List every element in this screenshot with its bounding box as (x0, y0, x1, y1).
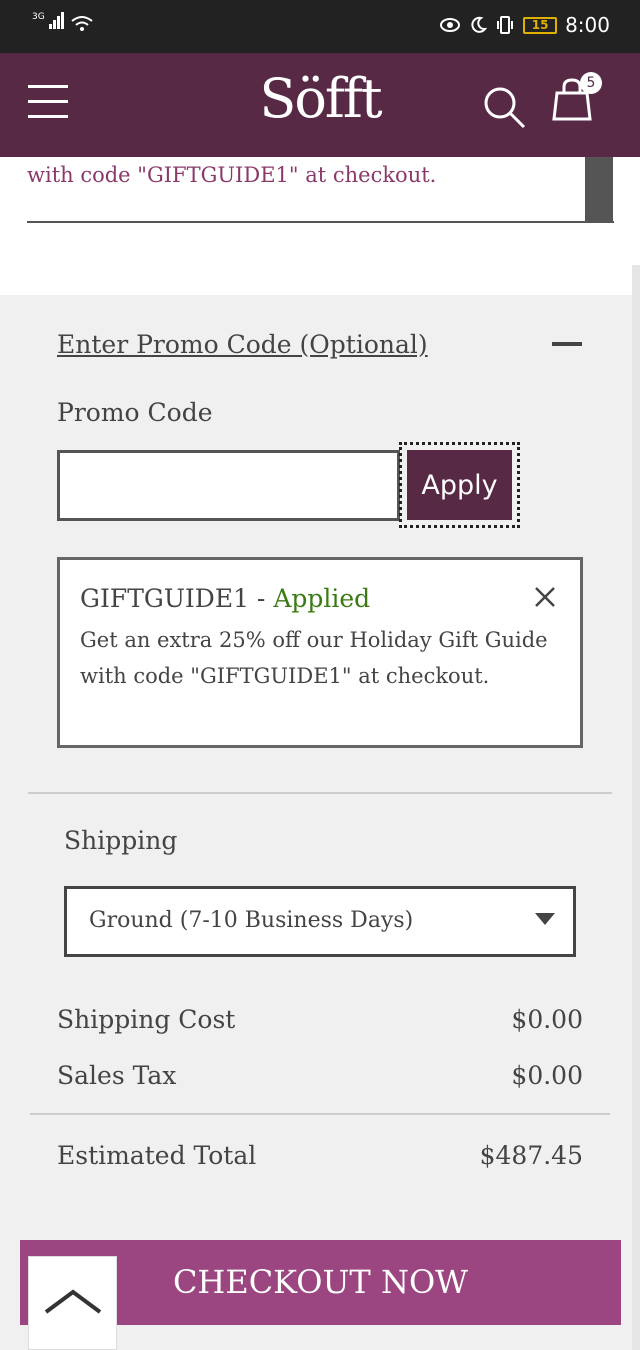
status-indicators: 15 8:00 (439, 13, 610, 37)
scroll-to-top-button[interactable] (28, 1256, 117, 1350)
network-type: 3G (32, 12, 45, 22)
shipping-selected-option: Ground (7-10 Business Days) (89, 908, 414, 933)
caret-down-icon (535, 913, 555, 925)
network-indicators: 3G (32, 12, 93, 33)
applied-code: GIFTGUIDE1 (80, 584, 249, 613)
banner-divider (27, 221, 614, 223)
applied-promo-description: Get an extra 25% off our Holiday Gift Gu… (80, 628, 548, 688)
remove-promo-button[interactable] (532, 584, 558, 610)
shipping-cost-label: Shipping Cost (57, 1005, 236, 1034)
shipping-label: Shipping (64, 826, 178, 855)
estimated-total-value: $487.45 (479, 1141, 583, 1170)
applied-status: Applied (273, 584, 371, 613)
apply-button[interactable]: Apply (407, 450, 512, 520)
close-icon (535, 587, 555, 607)
sales-tax-value: $0.00 (511, 1061, 583, 1090)
section-divider (28, 792, 612, 794)
apply-focus-ring: Apply (399, 442, 520, 528)
shipping-method-select[interactable]: Ground (7-10 Business Days) (64, 886, 576, 957)
promo-code-input[interactable] (57, 450, 400, 521)
page-scrollbar[interactable] (632, 265, 640, 1350)
battery-icon: 15 (523, 16, 558, 34)
promo-banner: with code "GIFTGUIDE1" at checkout. (0, 157, 640, 295)
shipping-cost-value: $0.00 (511, 1005, 583, 1034)
site-header: Söfft 5 (0, 53, 640, 157)
applied-promo-title: GIFTGUIDE1 - Applied (80, 584, 370, 613)
applied-separator: - (248, 584, 274, 613)
search-button[interactable] (480, 83, 528, 131)
applied-promo-box: GIFTGUIDE1 - Applied Get an extra 25% of… (57, 557, 583, 748)
banner-scrollbar[interactable] (585, 157, 613, 223)
sales-tax-label: Sales Tax (57, 1061, 177, 1090)
cart-button[interactable]: 5 (552, 72, 608, 133)
estimated-total-label: Estimated Total (57, 1141, 257, 1170)
clock: 8:00 (565, 13, 610, 37)
promo-code-label: Promo Code (57, 398, 213, 427)
chevron-up-icon (44, 1289, 102, 1314)
search-icon (484, 87, 526, 129)
moon-icon (471, 16, 488, 33)
promo-code-toggle[interactable]: Enter Promo Code (Optional) (57, 330, 428, 359)
eye-icon (440, 18, 461, 32)
vibrate-icon (497, 16, 514, 34)
site-logo[interactable]: Söfft (0, 67, 640, 130)
cart-count-badge: 5 (580, 72, 602, 94)
status-bar: 3G 15 8:00 (0, 0, 640, 53)
banner-text: with code "GIFTGUIDE1" at checkout. (27, 163, 437, 187)
signal-icon (48, 12, 65, 33)
wifi-icon (71, 16, 93, 31)
collapse-minus-icon[interactable] (552, 342, 582, 346)
summary-divider (30, 1113, 610, 1115)
